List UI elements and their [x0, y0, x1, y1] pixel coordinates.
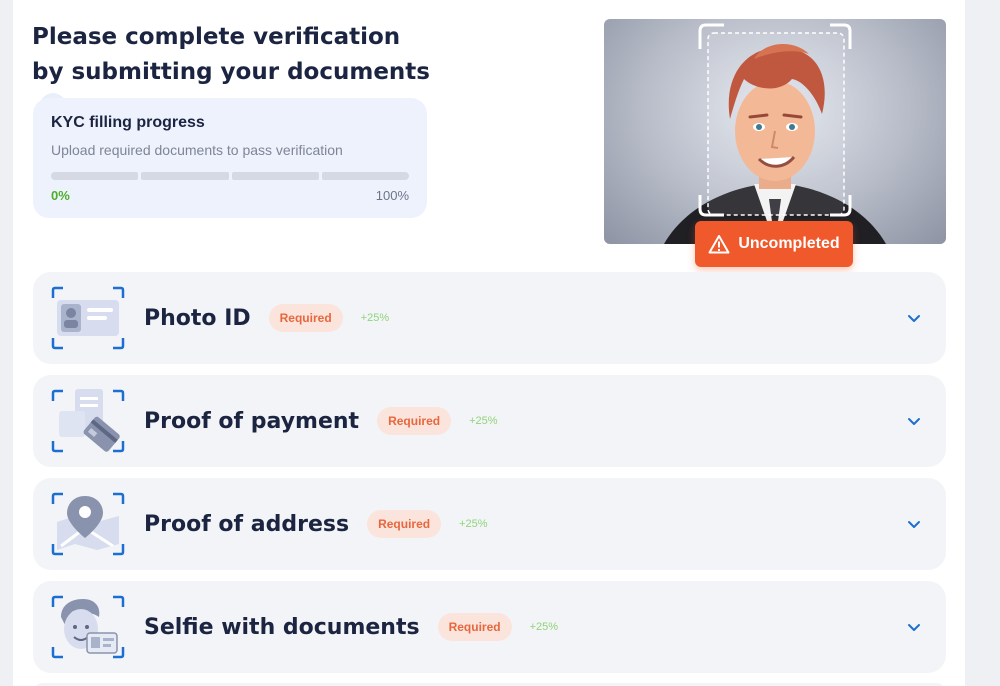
progress-start-label: 0%: [51, 188, 70, 203]
required-badge: Required: [377, 407, 452, 435]
chevron-down-icon[interactable]: [906, 413, 922, 429]
bonus-percent: +25%: [360, 312, 390, 324]
bonus-percent: +25%: [529, 621, 559, 633]
id-card-icon: [51, 286, 125, 350]
progress-segment: [231, 172, 319, 180]
required-badge: Required: [268, 304, 343, 332]
warning-icon: [708, 235, 730, 254]
document-name: Proof of payment: [144, 408, 360, 434]
receipt-card-icon: [51, 389, 125, 453]
progress-segment: [51, 172, 139, 180]
avatar-portrait: [604, 19, 946, 244]
kyc-progress-panel: KYC filling progress Upload required doc…: [33, 98, 427, 218]
document-row-proof-of-payment[interactable]: Proof of payment Required +25%: [33, 375, 946, 467]
progress-end-label: 100%: [375, 188, 409, 203]
bonus-percent: +25%: [469, 415, 498, 427]
title-line-1: Please complete verification: [32, 24, 401, 50]
document-row-selfie[interactable]: Selfie with documents Required +25%: [33, 581, 946, 673]
progress-bar: [51, 172, 409, 180]
document-label: Proof of payment Required +25%: [144, 375, 498, 467]
document-label: Proof of address Required +25%: [144, 478, 488, 570]
chevron-down-icon[interactable]: [906, 310, 922, 326]
title-line-2-text: by submitting your documents: [32, 59, 430, 85]
progress-segment: [321, 172, 409, 180]
chevron-down-icon[interactable]: [906, 619, 922, 635]
status-badge: Uncompleted: [695, 221, 853, 267]
required-badge: Required: [367, 510, 442, 538]
verification-card: Please complete verification by submitti…: [13, 0, 965, 686]
map-pin-icon: [51, 492, 125, 556]
document-label: Photo ID Required +25%: [144, 272, 389, 364]
progress-subtitle: Upload required documents to pass verifi…: [51, 142, 343, 158]
document-name: Photo ID: [144, 305, 251, 331]
chevron-down-icon[interactable]: [906, 516, 922, 532]
progress-title: KYC filling progress: [51, 114, 205, 131]
portrait-illustration: [664, 23, 886, 244]
document-name: Proof of address: [144, 511, 350, 537]
progress-labels: 0% 100%: [51, 188, 409, 203]
progress-segment: [141, 172, 229, 180]
status-label: Uncompleted: [738, 235, 840, 252]
required-badge: Required: [437, 613, 512, 641]
document-row-photo-id[interactable]: Photo ID Required +25%: [33, 272, 946, 364]
selfie-icon: [51, 595, 125, 659]
document-label: Selfie with documents Required +25%: [144, 581, 558, 673]
document-name: Selfie with documents: [144, 614, 420, 640]
document-row-proof-of-address[interactable]: Proof of address Required +25%: [33, 478, 946, 570]
bonus-percent: +25%: [459, 518, 488, 530]
